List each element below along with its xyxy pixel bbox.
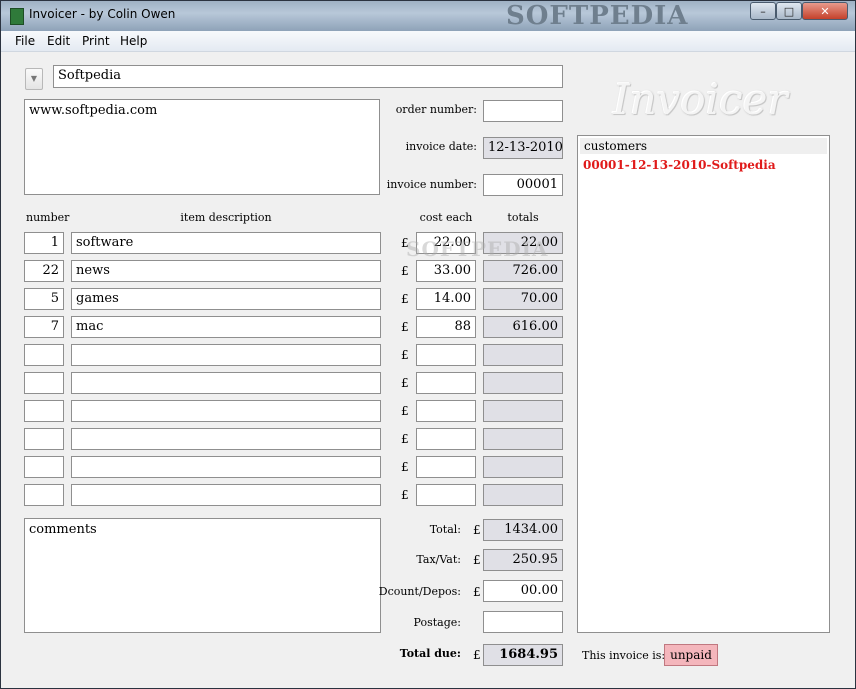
customer-name-field[interactable]: Softpedia: [53, 65, 563, 88]
app-icon: [10, 8, 24, 25]
total-field: 1434.00: [483, 519, 563, 541]
invoice-date-label: invoice date:: [405, 140, 477, 153]
menu-bar: File Edit Print Help: [1, 31, 855, 52]
invoice-status-label: This invoice is:: [582, 649, 666, 662]
discount-label: Dcount/Depos:: [378, 585, 461, 598]
address-field[interactable]: www.softpedia.com: [24, 99, 380, 195]
item-cost-field[interactable]: [416, 456, 476, 478]
minimize-button[interactable]: –: [750, 2, 776, 20]
item-total-field: 70.00: [483, 288, 563, 310]
customer-dropdown-button[interactable]: ▼: [25, 68, 43, 90]
order-number-label: order number:: [395, 103, 477, 116]
discount-field[interactable]: 00.00: [483, 580, 563, 602]
item-total-field: 616.00: [483, 316, 563, 338]
pound-symbol: £: [473, 553, 481, 567]
pound-symbol: £: [401, 432, 409, 446]
maximize-button[interactable]: □: [776, 2, 802, 20]
total-due-field: 1684.95: [483, 644, 563, 666]
pound-symbol: £: [401, 460, 409, 474]
item-description-field[interactable]: mac: [71, 316, 381, 338]
item-number-field[interactable]: 7: [24, 316, 64, 338]
item-total-field: [483, 484, 563, 506]
customers-list-header: customers: [580, 138, 827, 154]
app-window: Invoicer - by Colin Owen SOFTPEDIA – □ ✕…: [0, 0, 856, 689]
item-description-field[interactable]: [71, 484, 381, 506]
item-cost-field[interactable]: [416, 344, 476, 366]
item-number-field[interactable]: [24, 484, 64, 506]
item-total-field: [483, 456, 563, 478]
pound-symbol: £: [401, 348, 409, 362]
item-number-field[interactable]: [24, 456, 64, 478]
item-number-field[interactable]: [24, 428, 64, 450]
customers-list[interactable]: customers 00001-12-13-2010-Softpedia: [577, 135, 830, 633]
item-number-field[interactable]: 1: [24, 232, 64, 254]
item-total-field: [483, 372, 563, 394]
item-total-field: 726.00: [483, 260, 563, 282]
softpedia-watermark-overlay: SOFTPEDIA: [406, 237, 549, 261]
tax-vat-field: 250.95: [483, 549, 563, 571]
pound-symbol: £: [401, 376, 409, 390]
menu-help[interactable]: Help: [120, 34, 147, 48]
item-description-field[interactable]: software: [71, 232, 381, 254]
item-description-field[interactable]: [71, 400, 381, 422]
pound-symbol: £: [401, 404, 409, 418]
total-due-label: Total due:: [399, 647, 461, 660]
item-total-field: [483, 344, 563, 366]
tax-vat-label: Tax/Vat:: [416, 553, 461, 566]
item-cost-field[interactable]: [416, 428, 476, 450]
order-number-field[interactable]: [483, 100, 563, 122]
item-number-field[interactable]: [24, 400, 64, 422]
item-number-field[interactable]: 5: [24, 288, 64, 310]
item-description-field[interactable]: [71, 344, 381, 366]
close-button[interactable]: ✕: [802, 2, 848, 20]
item-description-field[interactable]: [71, 456, 381, 478]
chevron-down-icon: ▼: [30, 74, 38, 83]
invoice-number-field[interactable]: 00001: [483, 174, 563, 196]
item-cost-field[interactable]: 88: [416, 316, 476, 338]
item-description-field[interactable]: [71, 428, 381, 450]
postage-field[interactable]: [483, 611, 563, 633]
item-cost-field[interactable]: [416, 400, 476, 422]
window-title: Invoicer - by Colin Owen: [29, 7, 176, 21]
item-cost-field[interactable]: [416, 484, 476, 506]
totals-column-header: totals: [507, 211, 539, 224]
pound-symbol: £: [473, 648, 481, 662]
item-description-field[interactable]: news: [71, 260, 381, 282]
pound-symbol: £: [401, 264, 409, 278]
item-total-field: [483, 400, 563, 422]
invoicer-logo: Invoicer: [613, 75, 788, 124]
item-number-field[interactable]: 22: [24, 260, 64, 282]
pound-symbol: £: [473, 523, 481, 537]
pound-symbol: £: [401, 292, 409, 306]
number-column-header: number: [26, 211, 70, 224]
pound-symbol: £: [473, 585, 481, 599]
description-column-header: item description: [180, 211, 272, 224]
cost-column-header: cost each: [419, 211, 473, 224]
menu-print[interactable]: Print: [82, 34, 110, 48]
item-description-field[interactable]: [71, 372, 381, 394]
item-number-field[interactable]: [24, 344, 64, 366]
item-total-field: [483, 428, 563, 450]
invoice-status-button[interactable]: unpaid: [664, 644, 718, 666]
item-description-field[interactable]: games: [71, 288, 381, 310]
title-bar[interactable]: Invoicer - by Colin Owen SOFTPEDIA – □ ✕: [1, 1, 855, 31]
item-number-field[interactable]: [24, 372, 64, 394]
invoice-date-field: 12-13-2010: [483, 137, 563, 159]
postage-label: Postage:: [413, 616, 461, 629]
menu-file[interactable]: File: [15, 34, 35, 48]
invoice-number-label: invoice number:: [386, 178, 477, 191]
softpedia-watermark: SOFTPEDIA: [506, 1, 689, 31]
total-label: Total:: [429, 523, 461, 536]
comments-field[interactable]: comments: [24, 518, 381, 633]
item-cost-field[interactable]: [416, 372, 476, 394]
item-cost-field[interactable]: 14.00: [416, 288, 476, 310]
customer-list-item[interactable]: 00001-12-13-2010-Softpedia: [583, 158, 776, 172]
pound-symbol: £: [401, 320, 409, 334]
pound-symbol: £: [401, 488, 409, 502]
menu-edit[interactable]: Edit: [47, 34, 70, 48]
item-cost-field[interactable]: 33.00: [416, 260, 476, 282]
